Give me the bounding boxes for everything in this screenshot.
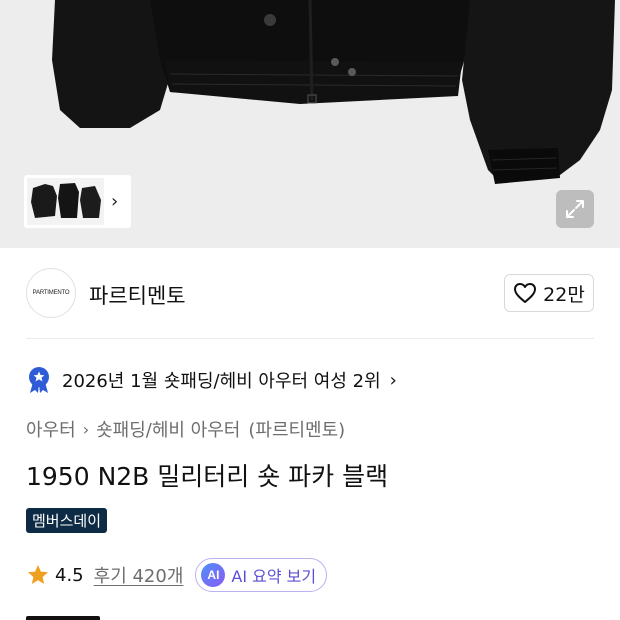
like-button[interactable]: 22만 xyxy=(504,274,594,312)
expand-button[interactable] xyxy=(556,190,594,228)
brand-logo[interactable]: PARTIMENTO xyxy=(26,268,76,318)
breadcrumb: 아우터 › 숏패딩/헤비 아우터 (파르티멘토) xyxy=(26,416,345,442)
breadcrumb-subcategory[interactable]: 숏패딩/헤비 아우터 xyxy=(96,416,240,442)
star-icon xyxy=(28,565,48,584)
member-day-badge: 멤버스데이 xyxy=(26,508,108,533)
product-title: 1950 N2B 밀리터리 숏 파카 블랙 xyxy=(26,462,389,491)
breadcrumb-separator-icon: › xyxy=(82,419,90,439)
brand-name[interactable]: 파르티멘토 xyxy=(89,280,186,310)
ranking-badge-icon xyxy=(29,367,49,393)
rating-value: 4.5 xyxy=(55,564,84,586)
thumbnail-strip[interactable]: › xyxy=(24,175,131,228)
tab-indicator xyxy=(26,616,100,620)
brand-logo-text: PARTIMENTO xyxy=(32,290,70,296)
ai-summary-button[interactable]: AI AI 요약 보기 xyxy=(195,558,328,592)
brand-row: PARTIMENTO 파르티멘토 22만 xyxy=(0,266,620,322)
expand-icon xyxy=(566,200,584,218)
ai-icon: AI xyxy=(201,563,226,587)
ai-summary-label: AI 요약 보기 xyxy=(231,567,317,586)
divider xyxy=(26,338,594,339)
breadcrumb-category[interactable]: 아우터 xyxy=(26,416,76,442)
chevron-right-icon: › xyxy=(389,369,397,391)
like-count: 22만 xyxy=(543,283,585,306)
breadcrumb-brand[interactable]: (파르티멘토) xyxy=(248,416,345,442)
heart-icon xyxy=(514,283,537,303)
ranking-text: 2026년 1월 숏패딩/헤비 아우터 여성 2위 xyxy=(62,371,381,392)
thumbnail-chevron-icon: › xyxy=(111,190,119,212)
review-row: 4.5 후기 420개 AI AI 요약 보기 xyxy=(26,558,328,592)
review-count-link[interactable]: 후기 420개 xyxy=(94,562,184,588)
product-image-carousel[interactable]: › xyxy=(0,0,620,248)
jacket-thumbnails-icon xyxy=(27,178,104,225)
ranking-link[interactable]: 2026년 1월 숏패딩/헤비 아우터 여성 2위 › xyxy=(26,366,397,394)
